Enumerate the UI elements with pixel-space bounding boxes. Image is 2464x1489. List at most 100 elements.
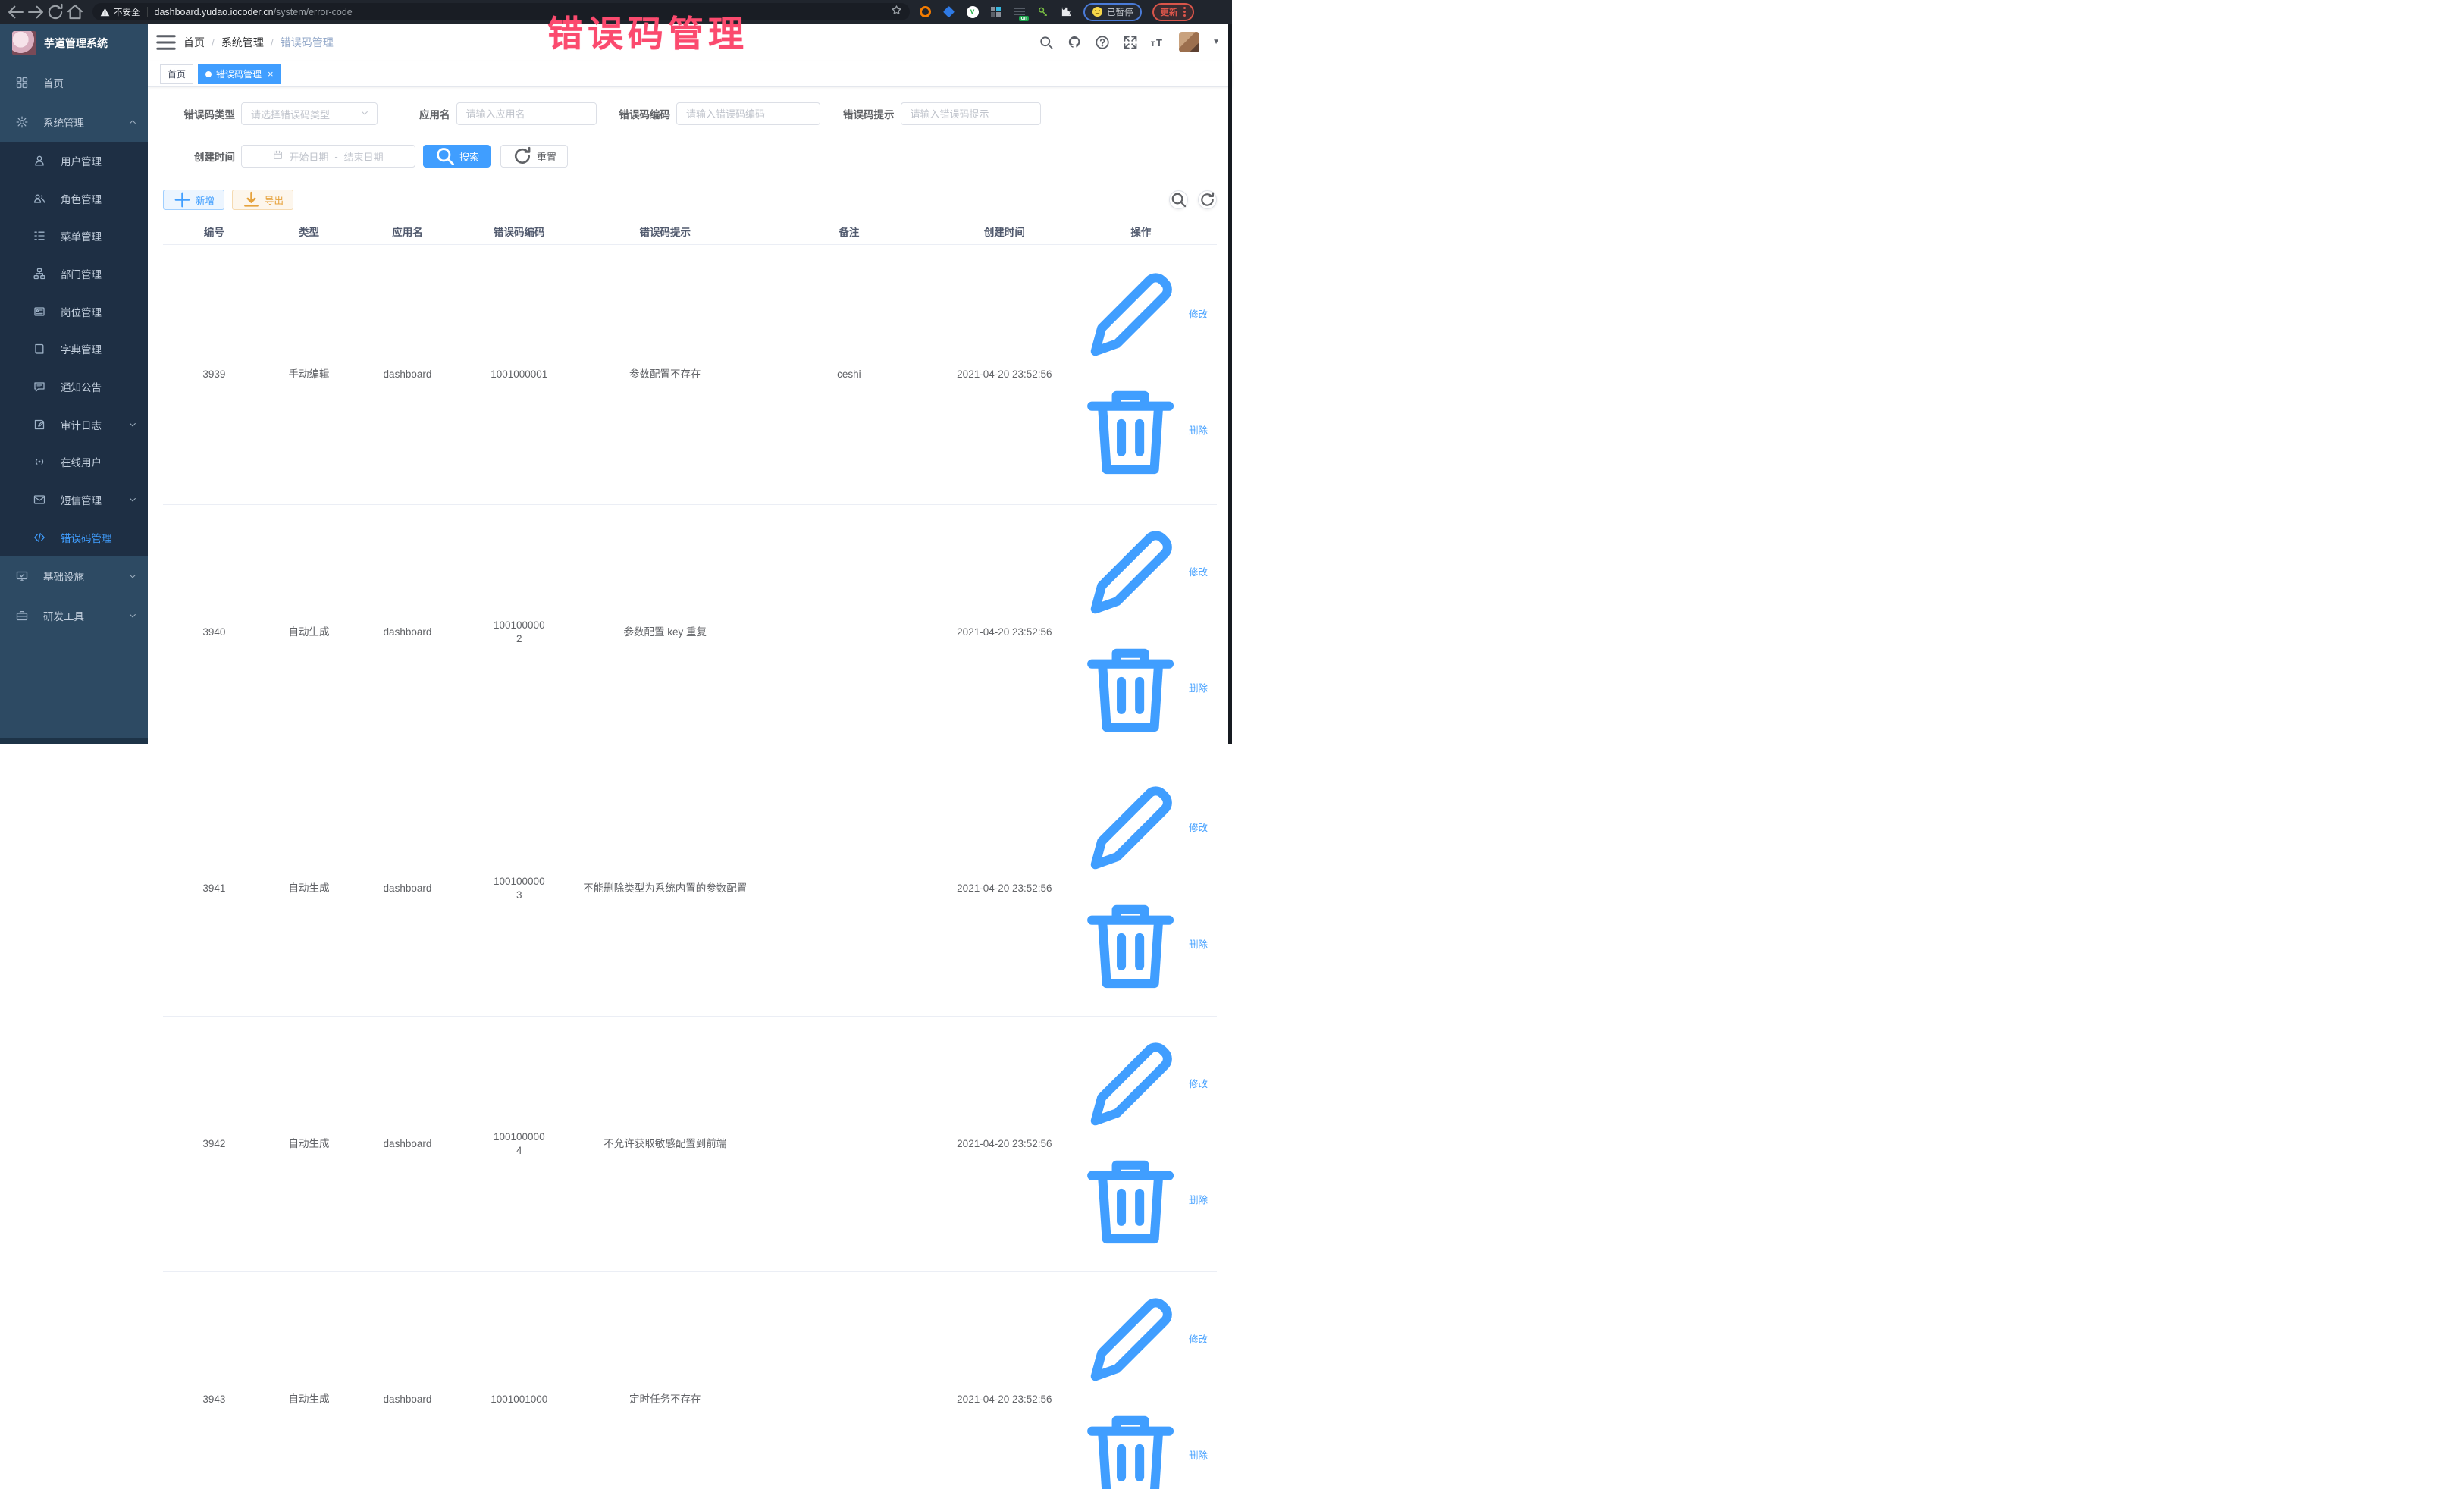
sidebar-item-dictionary[interactable]: 字典管理	[0, 330, 148, 368]
sidebar-item-error-codes[interactable]: 错误码管理	[0, 519, 148, 556]
edit-link[interactable]: 修改	[1074, 259, 1208, 371]
sidebar-item-roles[interactable]: 角色管理	[0, 180, 148, 218]
table-row: 3940自动生成dashboard100100000 2参数配置 key 重复2…	[163, 504, 1217, 760]
breadcrumb-system[interactable]: 系统管理	[221, 35, 264, 50]
app-name-label: 应用名	[419, 106, 450, 121]
end-date-placeholder: 结束日期	[344, 149, 384, 164]
filter-row-2: 创建时间 开始日期 - 结束日期 搜索 重置	[163, 145, 1217, 168]
forward-icon[interactable]	[26, 2, 45, 22]
sidebar-item-infrastructure[interactable]: 基础设施	[0, 556, 148, 596]
annotation-overlay-text: 错误码管理	[547, 5, 748, 57]
hamburger-icon[interactable]	[155, 31, 177, 54]
gem-extension-icon[interactable]	[942, 5, 955, 18]
chevron-down-icon	[128, 495, 137, 504]
edit-link[interactable]: 修改	[1074, 772, 1208, 884]
avatar[interactable]	[1179, 32, 1199, 52]
chevron-up-icon	[128, 118, 137, 127]
app-logo[interactable]: 芋道管理系统	[0, 24, 148, 63]
add-button[interactable]: 新增	[163, 190, 224, 210]
monitor-check-icon	[16, 570, 28, 582]
key-extension-icon[interactable]	[1036, 5, 1049, 18]
window-right-edge	[1228, 24, 1232, 744]
calendar-icon	[273, 150, 283, 162]
signal-icon	[33, 456, 45, 468]
switch-on-extension-icon[interactable]: on	[1013, 5, 1026, 18]
profile-chip-label: 已暂停	[1107, 6, 1133, 18]
sidebar-item-users[interactable]: 用户管理	[0, 142, 148, 180]
grid-extension-icon[interactable]	[989, 5, 1002, 18]
help-icon[interactable]	[1095, 35, 1110, 50]
sidebar-item-online-users[interactable]: 在线用户	[0, 444, 148, 481]
v-green-extension-icon[interactable]: v	[966, 5, 979, 18]
svg-text:T: T	[1156, 37, 1162, 49]
users-icon	[33, 193, 45, 205]
sidebar-item-posts[interactable]: 岗位管理	[0, 293, 148, 331]
error-hint-input[interactable]	[901, 102, 1041, 125]
sidebar-item-audit-log[interactable]: 审计日志	[0, 406, 148, 444]
gear-icon	[16, 116, 28, 128]
edit-link[interactable]: 修改	[1074, 516, 1208, 629]
reload-icon[interactable]	[45, 2, 65, 22]
back-icon[interactable]	[6, 2, 26, 22]
content: 错误码类型 请选择错误码类型 应用名 错误码编码 错误码提示	[148, 87, 1232, 1489]
app-name-input[interactable]	[456, 102, 597, 125]
browser-menu-icon[interactable]	[1183, 7, 1186, 17]
sidebar-item-home[interactable]: 首页	[0, 63, 148, 102]
error-code-table: 编号 类型 应用名 错误码编码 错误码提示 备注 创建时间 操作 3939手动编	[163, 219, 1217, 1489]
sidebar-item-system[interactable]: 系统管理	[0, 102, 148, 142]
browser-update-button[interactable]: 更新	[1152, 3, 1194, 21]
error-code-label: 错误码编码	[619, 106, 671, 121]
caret-down-icon[interactable]: ▼	[1212, 38, 1220, 46]
address-bar[interactable]: 不安全 dashboard.yudao.iocoder.cn/system/er…	[92, 3, 910, 20]
github-icon[interactable]	[1067, 35, 1082, 50]
extensions-area: v on	[919, 5, 1073, 18]
tag-home[interactable]: 首页	[160, 64, 193, 84]
delete-link[interactable]: 删除	[1074, 632, 1208, 744]
face-avatar-icon	[1092, 6, 1103, 17]
search-icon[interactable]	[1039, 35, 1054, 50]
sidebar-item-departments[interactable]: 部门管理	[0, 255, 148, 293]
sidebar-item-dev-tools[interactable]: 研发工具	[0, 596, 148, 635]
reset-button[interactable]: 重置	[500, 145, 568, 168]
home-icon[interactable]	[65, 2, 85, 22]
bookmark-star-icon[interactable]	[891, 5, 902, 20]
delete-link[interactable]: 删除	[1074, 1400, 1208, 1489]
edit-link[interactable]: 修改	[1074, 1284, 1208, 1396]
address-divider	[147, 7, 148, 17]
puzzle-extension-icon[interactable]	[1060, 5, 1073, 18]
fullscreen-icon[interactable]	[1123, 35, 1138, 50]
tags-bar: 首页 错误码管理 ×	[148, 61, 1232, 87]
toolbox-icon	[16, 610, 28, 622]
breadcrumb-home[interactable]: 首页	[183, 35, 205, 50]
filter-row-1: 错误码类型 请选择错误码类型 应用名 错误码编码 错误码提示	[163, 102, 1217, 125]
sidebar-item-notices[interactable]: 通知公告	[0, 368, 148, 406]
chevron-down-icon	[128, 420, 137, 429]
delete-link[interactable]: 删除	[1074, 375, 1208, 487]
app-title: 芋道管理系统	[44, 36, 108, 51]
sidebar-footer	[0, 738, 148, 744]
date-range-picker[interactable]: 开始日期 - 结束日期	[241, 145, 415, 168]
error-type-select[interactable]: 请选择错误码类型	[241, 102, 378, 125]
close-icon[interactable]: ×	[268, 69, 274, 79]
breadcrumb: 首页 / 系统管理 / 错误码管理	[183, 35, 334, 50]
sidebar-item-sms[interactable]: 短信管理	[0, 481, 148, 519]
delete-link[interactable]: 删除	[1074, 889, 1208, 1001]
delete-link[interactable]: 删除	[1074, 1144, 1208, 1256]
active-dot-icon	[205, 71, 212, 77]
font-size-icon[interactable]: TT	[1151, 35, 1166, 50]
export-button[interactable]: 导出	[232, 190, 293, 210]
toggle-search-button[interactable]	[1169, 190, 1188, 209]
refresh-button[interactable]	[1198, 190, 1217, 209]
profile-paused-chip[interactable]: 已暂停	[1083, 3, 1142, 21]
tag-error-codes[interactable]: 错误码管理 ×	[198, 64, 281, 84]
table-row: 3941自动生成dashboard100100000 3不能删除类型为系统内置的…	[163, 760, 1217, 1016]
sidebar-item-menus[interactable]: 菜单管理	[0, 217, 148, 255]
search-button[interactable]: 搜索	[423, 145, 491, 168]
error-code-input[interactable]	[676, 102, 820, 125]
url-path: /system/error-code	[274, 7, 353, 17]
error-hint-label: 错误码提示	[843, 106, 895, 121]
orange-ring-extension-icon[interactable]	[919, 5, 932, 18]
envelope-check-icon	[33, 494, 45, 506]
breadcrumb-current: 错误码管理	[281, 35, 334, 50]
edit-link[interactable]: 修改	[1074, 1028, 1208, 1140]
